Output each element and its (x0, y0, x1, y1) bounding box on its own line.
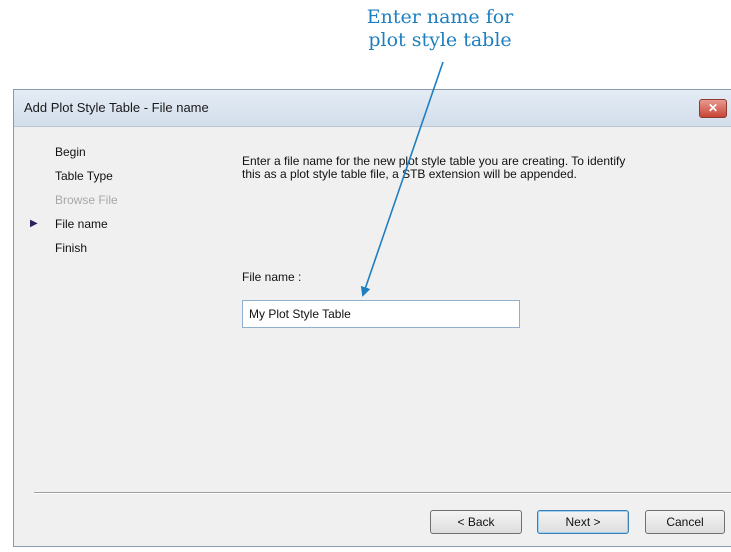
step-label: Begin (55, 145, 86, 159)
callout-line-1: Enter name for (366, 6, 514, 28)
file-name-input[interactable] (242, 300, 520, 328)
step-begin: Begin (14, 140, 194, 164)
cancel-button[interactable]: Cancel (645, 510, 725, 534)
dialog-title: Add Plot Style Table - File name (24, 100, 209, 115)
file-name-label: File name : (242, 270, 302, 284)
dialog-titlebar: Add Plot Style Table - File name ✕ (14, 90, 731, 127)
step-table-type: Table Type (14, 164, 194, 188)
step-label: Finish (55, 241, 88, 255)
back-button[interactable]: < Back (430, 510, 522, 534)
step-label: Browse File (55, 193, 118, 207)
button-separator (34, 492, 731, 494)
close-icon[interactable]: ✕ (699, 99, 727, 118)
step-label: Table Type (55, 169, 113, 183)
description-text: Enter a file name for the new plot style… (242, 154, 626, 181)
callout-line-2: plot style table (368, 29, 512, 51)
current-step-arrow-icon: ▶ (30, 218, 38, 229)
step-browse-file: Browse File (14, 188, 194, 212)
step-label: File name (55, 217, 108, 231)
step-finish: Finish (14, 236, 194, 260)
callout-annotation: Enter name for plot style table (340, 6, 540, 52)
add-plot-style-table-dialog: Add Plot Style Table - File name ✕ Begin… (13, 89, 731, 547)
step-file-name: ▶ File name (14, 212, 194, 236)
wizard-steps: Begin Table Type Browse File ▶ File name… (14, 140, 194, 260)
next-button[interactable]: Next > (537, 510, 629, 534)
